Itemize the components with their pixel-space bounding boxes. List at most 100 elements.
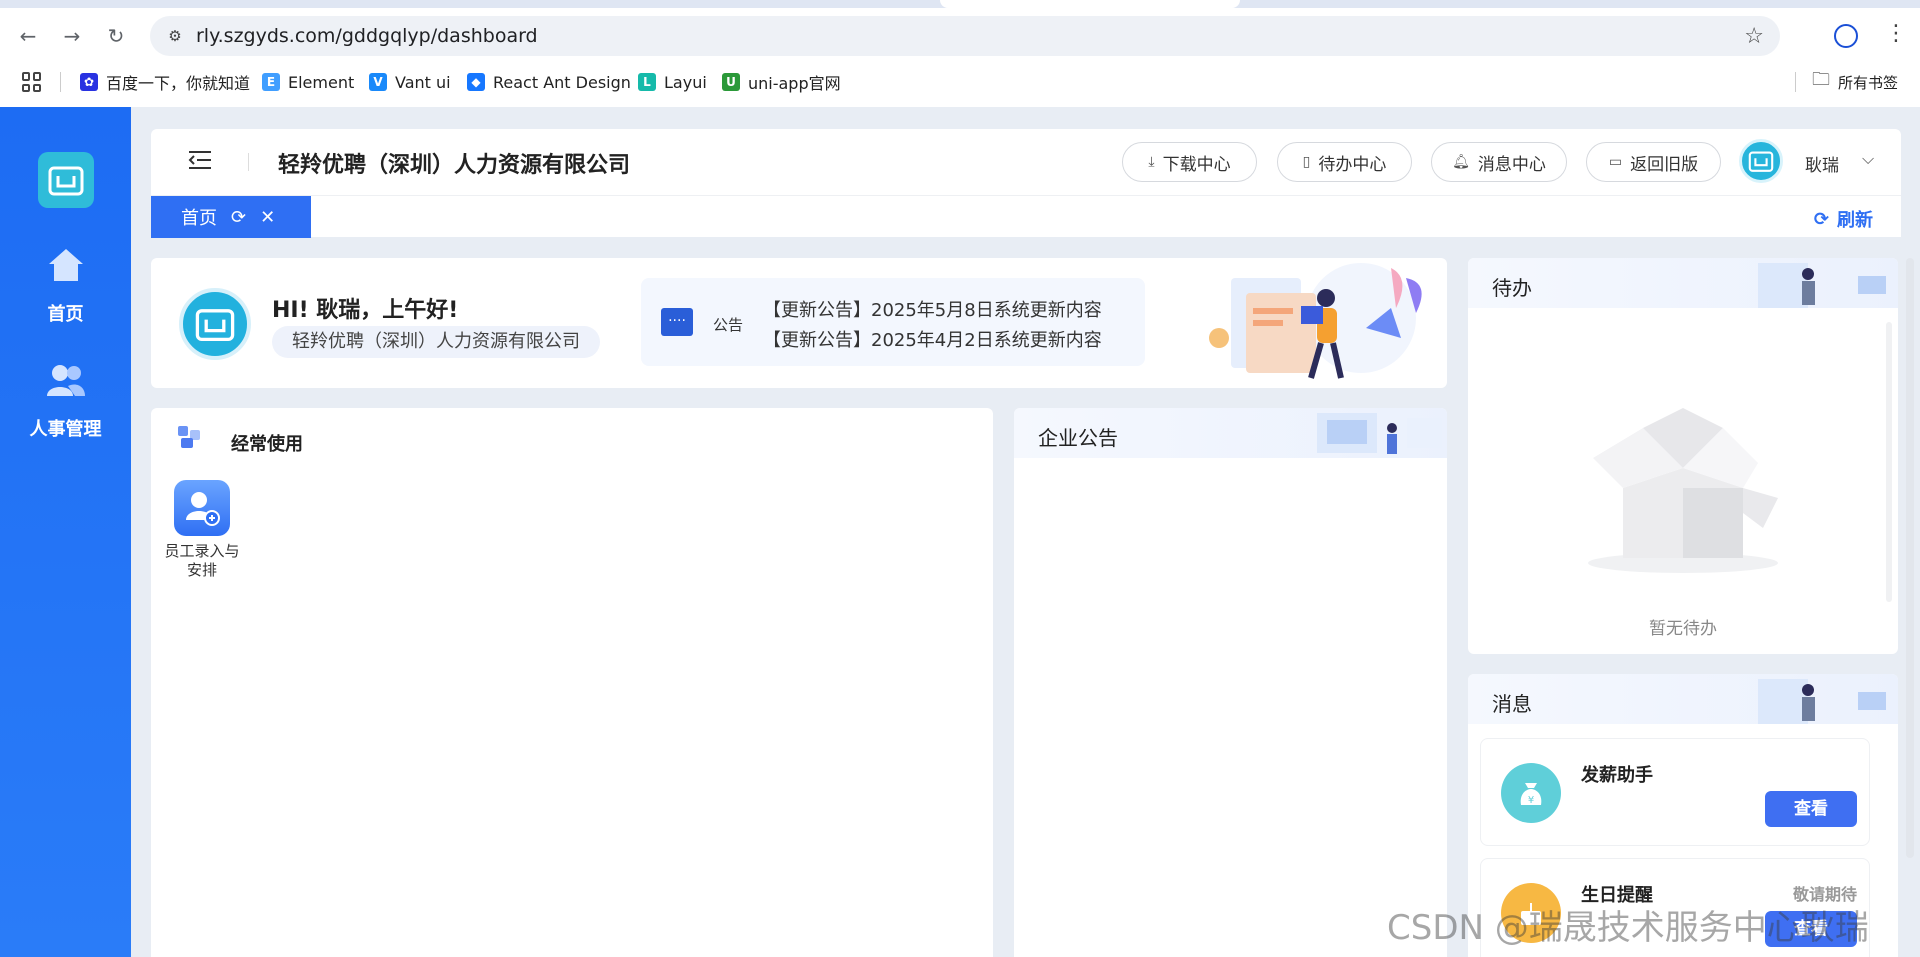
bookmark-layui[interactable]: L Layui bbox=[638, 70, 707, 94]
bookmark-star-icon[interactable]: ☆ bbox=[1744, 24, 1764, 49]
header-illustration bbox=[1758, 679, 1886, 724]
ant-design-icon: ◆ bbox=[467, 73, 485, 91]
todo-title: 待办 bbox=[1492, 276, 1532, 300]
sidebar-item-home[interactable]: 首页 bbox=[0, 247, 131, 326]
sidebar-item-label: 人事管理 bbox=[29, 419, 102, 440]
browser-chrome: ← → ↻ ⚙ rly.szgyds.com/gddgqlyp/dashboar… bbox=[0, 0, 1920, 107]
active-browser-tab[interactable] bbox=[940, 0, 1240, 8]
card-header: 消息 bbox=[1468, 674, 1898, 724]
add-user-icon bbox=[174, 480, 230, 536]
bookmark-label: Layui bbox=[664, 72, 707, 92]
message-item-salary: ¥ 发薪助手 查看 bbox=[1480, 738, 1870, 846]
notice-item[interactable]: 【更新公告】2025年4月2日系统更新内容 bbox=[763, 326, 1102, 352]
bookmark-label: React Ant Design bbox=[493, 72, 631, 92]
notice-panel: ···· 公告 【更新公告】2025年5月8日系统更新内容 【更新公告】2025… bbox=[641, 278, 1145, 366]
bookmark-label: Vant ui bbox=[395, 72, 451, 92]
bell-icon: 🔔︎ bbox=[1452, 154, 1470, 170]
svg-text:¥: ¥ bbox=[1528, 795, 1534, 806]
todo-center-button[interactable]: ▯ 待办中心 bbox=[1277, 142, 1412, 182]
header-divider bbox=[248, 153, 249, 171]
card-header: 企业公告 bbox=[1014, 408, 1447, 458]
empty-text: 暂无待办 bbox=[1649, 619, 1717, 639]
notice-item[interactable]: 【更新公告】2025年5月8日系统更新内容 bbox=[763, 296, 1102, 322]
frequent-use-card: 经常使用 员工录入与 安排 bbox=[151, 408, 993, 957]
element-icon: E bbox=[262, 73, 280, 91]
user-name[interactable]: 耿瑞 bbox=[1805, 151, 1839, 176]
baidu-icon: ✿ bbox=[80, 73, 98, 91]
bookmarks-bar: ✿ 百度一下，你就知道 E Element V Vant ui ◆ React Ant … bbox=[0, 66, 1920, 98]
reload-icon[interactable]: ↻ bbox=[102, 22, 130, 50]
greeting: HI! 耿瑞，上午好! bbox=[272, 298, 459, 323]
page-scrollbar[interactable] bbox=[1906, 258, 1914, 858]
todo-icon: ▯ bbox=[1302, 154, 1311, 170]
messages-title: 消息 bbox=[1492, 692, 1532, 716]
forward-arrow-icon[interactable]: → bbox=[58, 22, 86, 50]
user-avatar[interactable] bbox=[1739, 139, 1783, 183]
header-illustration bbox=[1758, 263, 1886, 308]
notice-icon: ···· bbox=[661, 308, 693, 336]
sidebar-item-hr[interactable]: 人事管理 bbox=[0, 362, 131, 441]
profile-icon[interactable] bbox=[1834, 24, 1858, 48]
welcome-card: HI! 耿瑞，上午好! 轻羚优聘（深圳）人力资源有限公司 ···· 公告 【更新… bbox=[151, 258, 1447, 388]
message-center-button[interactable]: 🔔︎ 消息中心 bbox=[1431, 142, 1567, 182]
all-bookmarks-label: 所有书签 bbox=[1838, 73, 1899, 92]
menu-collapse-icon[interactable] bbox=[187, 149, 213, 175]
top-header: 轻羚优聘（深圳）人力资源有限公司 ⤓ 下载中心 ▯ 待办中心 🔔︎ 消息中心 ▭ 返回旧… bbox=[151, 129, 1901, 195]
button-label: 返回旧版 bbox=[1630, 154, 1699, 175]
bookmark-label: 百度一下，你就知道 bbox=[106, 74, 251, 93]
watermark: CSDN @瑞晟技术服务中心耿瑞 bbox=[1387, 908, 1869, 948]
app-logo[interactable] bbox=[38, 152, 94, 208]
view-button[interactable]: 查看 bbox=[1765, 791, 1857, 827]
todo-scrollbar[interactable] bbox=[1886, 322, 1892, 602]
message-title: 发薪助手 bbox=[1581, 765, 1653, 786]
bookmark-label: Element bbox=[288, 72, 355, 92]
close-icon[interactable]: ✕ bbox=[260, 207, 275, 228]
users-icon bbox=[0, 362, 131, 407]
bookmark-uniapp[interactable]: Uuni-app官网 bbox=[722, 70, 841, 94]
page-tabs-bar: 首页 ⟳ ✕ ⟳ 刷新 bbox=[151, 195, 1901, 238]
bookmark-element[interactable]: E Element bbox=[262, 70, 354, 94]
address-bar[interactable]: ⚙ rly.szgyds.com/gddgqlyp/dashboard ☆ bbox=[150, 16, 1780, 56]
back-arrow-icon[interactable]: ← bbox=[14, 22, 42, 50]
site-info-icon[interactable]: ⚙ bbox=[164, 25, 186, 47]
refresh-label: 刷新 bbox=[1837, 210, 1873, 231]
url-text[interactable]: rly.szgyds.com/gddgqlyp/dashboard bbox=[196, 25, 538, 47]
bookmark-label: uni-app官网 bbox=[748, 74, 841, 93]
bookmark-separator bbox=[60, 72, 61, 92]
tab-strip bbox=[0, 0, 1920, 8]
apps-icon bbox=[178, 426, 200, 448]
empty-box-illustration bbox=[1588, 408, 1778, 573]
tab-label: 首页 bbox=[181, 208, 217, 229]
button-label: 消息中心 bbox=[1477, 154, 1546, 175]
company-avatar bbox=[179, 288, 251, 360]
bookmark-react-ant[interactable]: ◆ React Ant Design bbox=[467, 70, 631, 94]
welcome-illustration bbox=[1209, 263, 1422, 379]
logo-icon bbox=[48, 166, 84, 196]
chevron-down-icon[interactable]: ⌵ bbox=[1862, 149, 1874, 169]
button-label: 下载中心 bbox=[1162, 154, 1231, 175]
monitor-icon: ▭ bbox=[1608, 154, 1623, 170]
browser-menu-icon[interactable]: ⋮ bbox=[1885, 22, 1907, 46]
app-tile-employee-entry[interactable]: 员工录入与 安排 bbox=[163, 480, 241, 580]
money-bag-icon: ¥ bbox=[1501, 763, 1561, 823]
tab-home[interactable]: 首页 ⟳ ✕ bbox=[151, 196, 311, 238]
apps-grid-icon[interactable] bbox=[22, 72, 42, 92]
tab-refresh-icon[interactable]: ⟳ bbox=[231, 207, 246, 228]
card-header: 待办 bbox=[1468, 258, 1898, 308]
sidebar: 首页 人事管理 bbox=[0, 107, 131, 957]
bookmark-vant[interactable]: V Vant ui bbox=[369, 70, 451, 94]
button-label: 待办中心 bbox=[1318, 154, 1387, 175]
app-tile-label-line: 安排 bbox=[186, 561, 217, 579]
frequent-use-title: 经常使用 bbox=[231, 434, 303, 455]
all-bookmarks[interactable]: 🗀 所有书签 bbox=[1812, 69, 1899, 94]
folder-icon: 🗀 bbox=[1812, 69, 1830, 90]
todo-card: 待办 暂无待办 bbox=[1468, 258, 1898, 654]
refresh-icon: ⟳ bbox=[1813, 208, 1829, 230]
sidebar-item-label: 首页 bbox=[47, 304, 84, 325]
download-center-button[interactable]: ⤓ 下载中心 bbox=[1122, 142, 1257, 182]
app-tile-label: 员工录入与 安排 bbox=[163, 542, 241, 580]
bookmark-baidu[interactable]: ✿ 百度一下，你就知道 bbox=[80, 70, 250, 94]
old-version-button[interactable]: ▭ 返回旧版 bbox=[1586, 142, 1721, 182]
refresh-button[interactable]: ⟳ 刷新 bbox=[1814, 206, 1873, 232]
company-badge: 轻羚优聘（深圳）人力资源有限公司 bbox=[272, 326, 600, 358]
